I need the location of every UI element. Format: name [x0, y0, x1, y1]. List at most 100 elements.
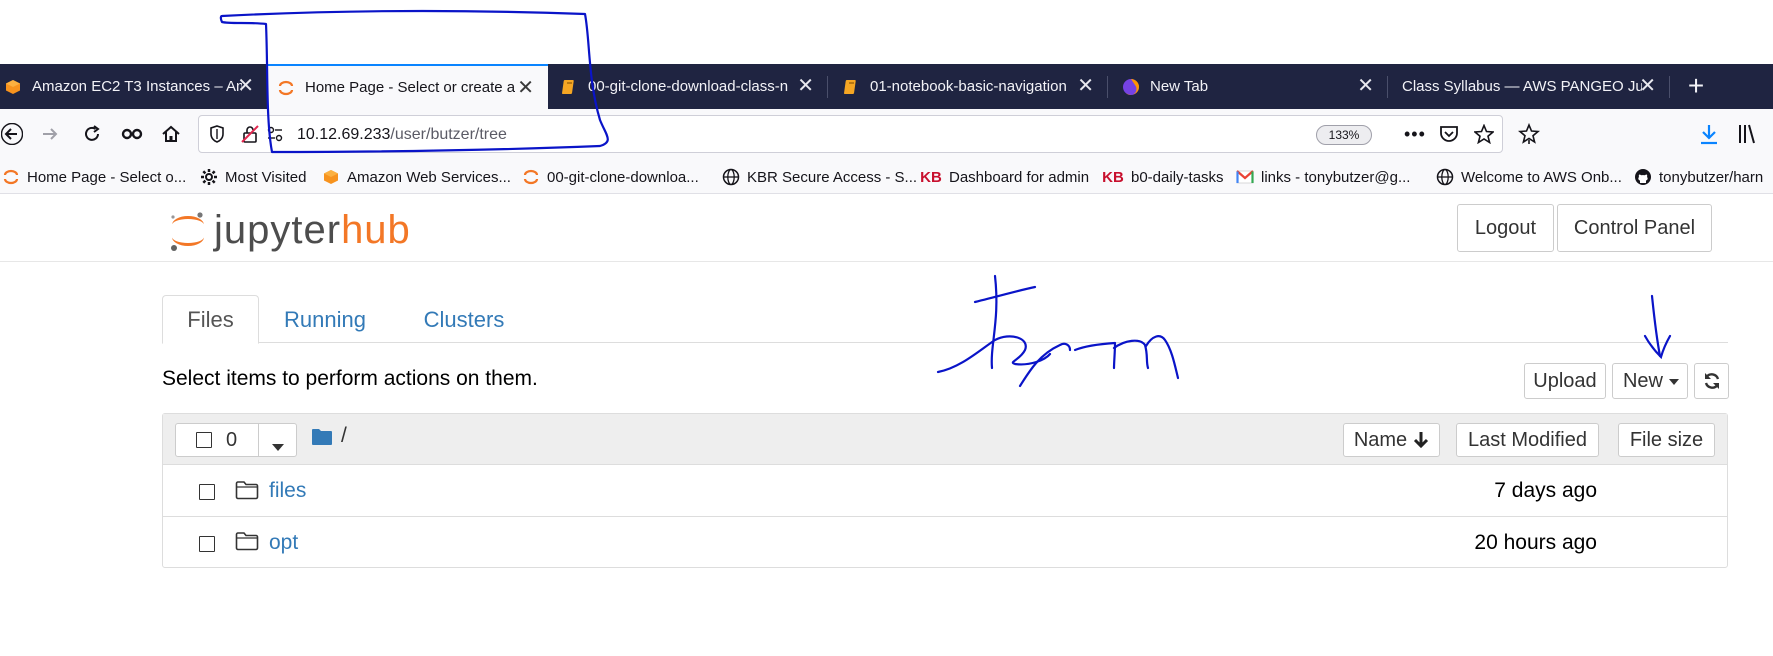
download-icon[interactable] [1699, 123, 1719, 150]
bookmark-label: b0-daily-tasks [1131, 168, 1224, 186]
tab-clusters[interactable]: Clusters [400, 295, 528, 344]
tab-close-icon[interactable]: ✕ [1077, 75, 1094, 97]
browser-tab-home-page[interactable]: Home Page - Select or create a ✕ [268, 64, 548, 109]
private-mask-button[interactable] [118, 120, 146, 148]
globe-icon [1436, 168, 1454, 186]
file-row-files[interactable]: files 7 days ago [163, 466, 1727, 517]
jupyterhub-logo[interactable]: jupyter hub [168, 206, 411, 254]
tab-running[interactable]: Running [265, 295, 385, 344]
github-icon [1634, 168, 1652, 186]
bookmark-home-page[interactable]: Home Page - Select o... [2, 167, 186, 187]
tab-title: New Tab [1150, 78, 1209, 95]
file-modified-time: 7 days ago [1494, 479, 1597, 502]
tab-close-icon[interactable]: ✕ [517, 77, 534, 99]
bookmark-aws-onboarding[interactable]: Welcome to AWS Onb... [1436, 167, 1622, 187]
bookmark-label: Home Page - Select o... [27, 168, 187, 186]
folder-outline-icon [235, 480, 259, 505]
bookmark-daily-tasks[interactable]: KB b0-daily-tasks [1102, 167, 1224, 187]
tree-tabs: Files Running Clusters [162, 295, 1728, 344]
browser-tab-ec2[interactable]: Amazon EC2 T3 Instances – Am ✕ [0, 64, 268, 109]
pocket-icon[interactable] [1439, 125, 1459, 148]
refresh-button[interactable] [1694, 363, 1729, 399]
reload-button[interactable] [78, 120, 106, 148]
insecure-lock-icon[interactable] [241, 125, 259, 148]
bookmark-kbr-secure-access[interactable]: KBR Secure Access - S... [722, 167, 917, 187]
star-bookmark-icon[interactable] [1472, 123, 1496, 149]
aws-cube-icon [4, 78, 22, 96]
jupyter-icon [2, 168, 20, 186]
browser-tab-class-syllabus[interactable]: Class Syllabus — AWS PANGEO Jup ✕ [1388, 64, 1670, 109]
tab-close-icon[interactable]: ✕ [797, 75, 814, 97]
select-all-control: 0 [175, 423, 297, 457]
jupyter-icon [522, 168, 540, 186]
selection-hint: Select items to perform actions on them. [162, 367, 538, 390]
tab-close-icon[interactable]: ✕ [237, 75, 254, 97]
bookmark-manager-icon[interactable] [1517, 122, 1541, 150]
row-checkbox[interactable] [199, 484, 215, 500]
bookmark-dashboard-admin[interactable]: KB Dashboard for admin [920, 167, 1089, 187]
aws-cube-icon [322, 168, 340, 186]
folder-icon [311, 427, 333, 451]
forward-arrow-icon [43, 128, 58, 140]
tab-title: Class Syllabus — AWS PANGEO Jup [1402, 78, 1642, 95]
bookmark-label: Most Visited [225, 168, 307, 186]
row-checkbox[interactable] [199, 536, 215, 552]
control-panel-button[interactable]: Control Panel [1557, 204, 1712, 252]
url-text[interactable]: 10.12.69.233/user/butzer/tree [297, 126, 507, 144]
breadcrumb-root[interactable]: / [341, 424, 347, 448]
screenshot: Amazon EC2 T3 Instances – Am ✕ Home Page… [0, 0, 1773, 656]
bookmark-label: Welcome to AWS Onb... [1461, 168, 1622, 186]
browser-tab-notebook-nav[interactable]: 01-notebook-basic-navigation ✕ [828, 64, 1108, 109]
tab-files[interactable]: Files [162, 295, 259, 344]
file-row-opt[interactable]: opt 20 hours ago [163, 517, 1727, 568]
select-divider [258, 424, 259, 456]
notebook-icon [842, 78, 860, 96]
address-bar[interactable]: 10.12.69.233/user/butzer/tree 133% ••• [198, 115, 1503, 153]
new-button-label: New [1622, 369, 1663, 392]
new-dropdown-button[interactable]: New [1612, 363, 1688, 399]
browser-tab-new-tab[interactable]: New Tab ✕ [1108, 64, 1388, 109]
tab-close-icon[interactable]: ✕ [1357, 75, 1374, 97]
select-all-checkbox[interactable] [196, 432, 212, 448]
new-tab-button[interactable]: + [1680, 70, 1712, 102]
file-name-link[interactable]: files [269, 479, 306, 503]
tab-title: 01-notebook-basic-navigation [870, 78, 1067, 95]
selection-dropdown-caret[interactable] [272, 438, 284, 456]
forward-button[interactable] [36, 120, 64, 148]
tab-title: 00-git-clone-download-class-n [588, 78, 788, 95]
back-button[interactable] [0, 120, 26, 148]
bookmarks-toolbar: Home Page - Select o... Most Visited Ama… [0, 160, 1773, 194]
sort-by-name-button[interactable]: Name [1343, 423, 1440, 457]
mask-icon [121, 128, 143, 140]
browser-tab-git-clone[interactable]: 00-git-clone-download-class-n ✕ [548, 64, 828, 109]
kb-icon: KB [1102, 168, 1124, 186]
bookmark-label: KBR Secure Access - S... [747, 168, 918, 186]
tab-close-icon[interactable]: ✕ [1639, 75, 1656, 97]
refresh-icon [1704, 373, 1719, 389]
bookmark-label: Amazon Web Services... [347, 168, 511, 186]
logout-button[interactable]: Logout [1457, 204, 1554, 252]
firefox-icon [1122, 78, 1140, 96]
bookmark-label: tonybutzer/harn [1659, 168, 1764, 186]
bookmark-github[interactable]: tonybutzer/harn [1634, 167, 1773, 187]
bookmark-git-clone[interactable]: 00-git-clone-downloa... [522, 167, 699, 187]
bookmark-aws[interactable]: Amazon Web Services... [322, 167, 511, 187]
kb-icon: KB [920, 168, 942, 186]
folder-outline-icon [235, 531, 259, 556]
zoom-level-badge[interactable]: 133% [1316, 125, 1372, 145]
shield-icon[interactable] [209, 125, 225, 148]
file-toolbar: Select items to perform actions on them.… [162, 360, 1729, 400]
bookmark-most-visited[interactable]: Most Visited [200, 167, 306, 187]
file-name-link[interactable]: opt [269, 531, 298, 555]
sort-by-modified-button[interactable]: Last Modified [1456, 423, 1599, 457]
sort-by-size-button[interactable]: File size [1618, 423, 1715, 457]
bookmark-gmail-links[interactable]: links - tonybutzer@g... [1236, 167, 1410, 187]
home-button[interactable] [157, 120, 185, 148]
library-icon[interactable] [1737, 123, 1761, 150]
upload-button[interactable]: Upload [1524, 363, 1606, 399]
file-list-header: 0 / Name Last Modified File size [163, 414, 1727, 465]
notebook-icon [560, 78, 578, 96]
permissions-icon[interactable] [267, 126, 283, 147]
page-actions-menu-icon[interactable]: ••• [1404, 124, 1426, 145]
jupyter-logo-icon [171, 212, 204, 251]
